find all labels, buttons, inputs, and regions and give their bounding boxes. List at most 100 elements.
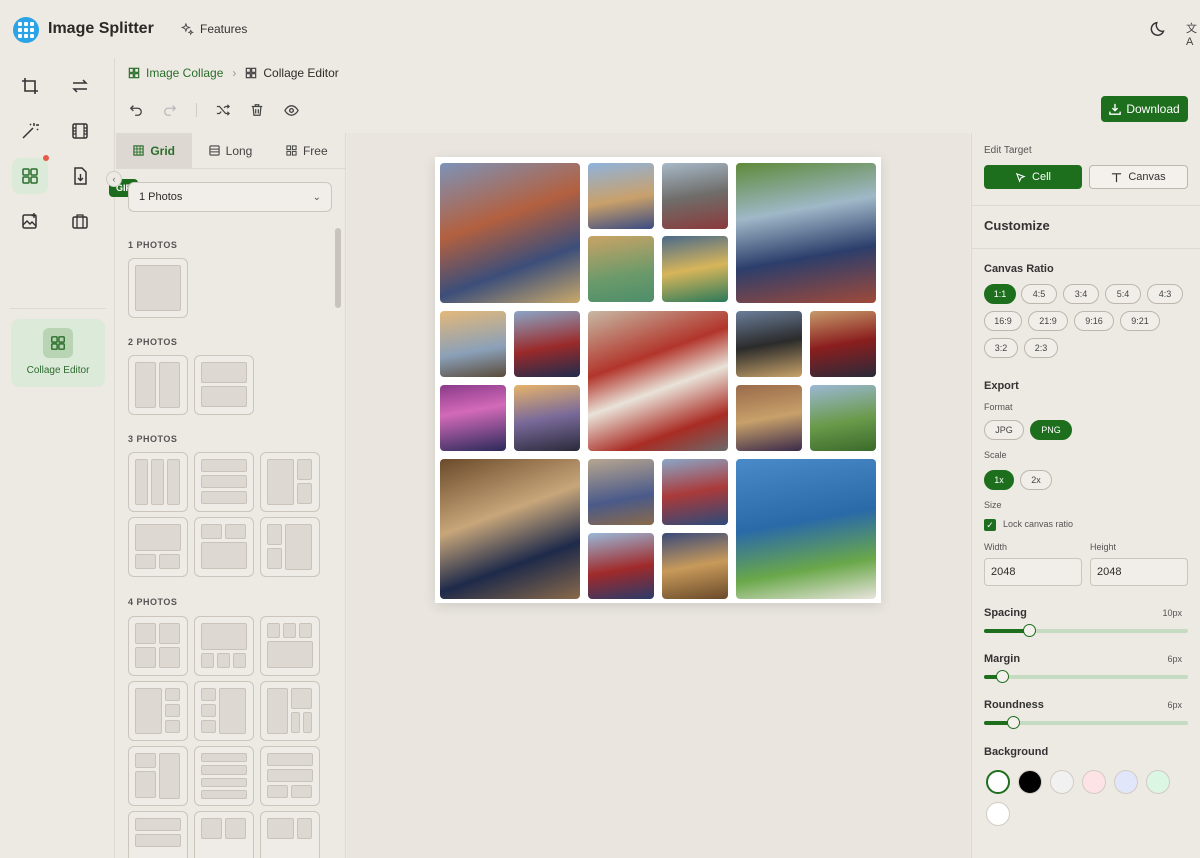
background-swatch[interactable] xyxy=(1114,770,1138,794)
collage-cell-image[interactable] xyxy=(588,459,654,525)
template-4h[interactable] xyxy=(194,746,254,806)
ratio-option[interactable]: 9:16 xyxy=(1074,311,1114,331)
collage-cell-image[interactable] xyxy=(588,163,654,229)
photo-count-select[interactable]: 1 Photos ⌄ xyxy=(128,182,332,212)
collage-cell-image[interactable] xyxy=(588,236,654,302)
gif-tool-button[interactable] xyxy=(62,113,98,149)
redo-button[interactable] xyxy=(162,102,178,118)
grid-tool-button[interactable] xyxy=(12,158,48,194)
ratio-option[interactable]: 2:3 xyxy=(1024,338,1058,358)
ratio-option[interactable]: 5:4 xyxy=(1105,284,1141,304)
template-2b[interactable] xyxy=(194,355,254,415)
background-swatch[interactable] xyxy=(1018,770,1042,794)
background-swatch[interactable] xyxy=(986,770,1010,794)
slider-handle[interactable] xyxy=(1022,624,1036,637)
template-3f[interactable] xyxy=(260,517,320,577)
width-input[interactable]: 2048 xyxy=(984,558,1082,586)
delete-button[interactable] xyxy=(249,102,265,118)
template-4e[interactable] xyxy=(194,681,254,741)
collage-cell-image[interactable] xyxy=(440,459,580,599)
template-1a[interactable] xyxy=(128,258,188,318)
shuffle-button[interactable] xyxy=(215,102,231,118)
ratio-option[interactable]: 9:21 xyxy=(1120,311,1160,331)
template-3e[interactable] xyxy=(194,517,254,577)
template-4d[interactable] xyxy=(128,681,188,741)
height-input[interactable]: 2048 xyxy=(1090,558,1188,586)
background-swatch[interactable] xyxy=(986,802,1010,826)
collage-cell-image[interactable] xyxy=(662,533,728,599)
collage-cell-image[interactable] xyxy=(736,385,802,451)
template-4l[interactable] xyxy=(260,811,320,858)
ratio-option[interactable]: 1:1 xyxy=(984,284,1016,304)
toolbox-tool-button[interactable] xyxy=(62,203,98,239)
template-3a[interactable] xyxy=(128,452,188,512)
collage-cell-image[interactable] xyxy=(736,311,802,377)
background-swatch[interactable] xyxy=(1082,770,1106,794)
tab-free[interactable]: Free xyxy=(269,133,345,168)
format-option-png[interactable]: PNG xyxy=(1030,420,1072,440)
template-4c[interactable] xyxy=(260,616,320,676)
collage-cell-image[interactable] xyxy=(810,385,876,451)
template-4b[interactable] xyxy=(194,616,254,676)
background-swatch[interactable] xyxy=(1050,770,1074,794)
slider-handle[interactable] xyxy=(1006,716,1020,729)
template-4k[interactable] xyxy=(194,811,254,858)
collage-cell-image[interactable] xyxy=(588,533,654,599)
lock-ratio-checkbox[interactable]: ✓ xyxy=(984,519,996,531)
template-3b[interactable] xyxy=(194,452,254,512)
add-image-tool-button[interactable] xyxy=(12,203,48,239)
magic-tool-button[interactable] xyxy=(12,113,48,149)
collage-cell-image[interactable] xyxy=(440,163,580,303)
collage-cell-image[interactable] xyxy=(662,236,728,302)
layout-scrollbar[interactable] xyxy=(335,228,341,308)
spacing-slider[interactable] xyxy=(984,624,1188,637)
edit-target-cell-button[interactable]: Cell xyxy=(984,165,1082,189)
swap-tool-button[interactable] xyxy=(62,68,98,104)
download-tool-button[interactable] xyxy=(62,158,98,194)
download-button[interactable]: Download xyxy=(1101,96,1188,122)
background-swatch[interactable] xyxy=(1146,770,1170,794)
undo-button[interactable] xyxy=(128,102,144,118)
features-link[interactable]: Features xyxy=(181,22,247,36)
ratio-option[interactable]: 4:5 xyxy=(1021,284,1057,304)
collage-cell-image[interactable] xyxy=(662,163,728,229)
collage-cell-image[interactable] xyxy=(440,311,506,377)
template-4a[interactable] xyxy=(128,616,188,676)
collage-cell-image[interactable] xyxy=(810,311,876,377)
template-3d[interactable] xyxy=(128,517,188,577)
format-option-jpg[interactable]: JPG xyxy=(984,420,1024,440)
margin-slider[interactable] xyxy=(984,670,1188,683)
template-4f[interactable] xyxy=(260,681,320,741)
collage-editor-button[interactable]: Collage Editor xyxy=(11,319,105,387)
scale-option-2x[interactable]: 2x xyxy=(1020,470,1052,490)
template-3c[interactable] xyxy=(260,452,320,512)
template-4i[interactable] xyxy=(260,746,320,806)
scale-option-1x[interactable]: 1x xyxy=(984,470,1014,490)
crop-tool-button[interactable] xyxy=(12,68,48,104)
ratio-option[interactable]: 3:4 xyxy=(1063,284,1099,304)
collage-cell-image[interactable] xyxy=(662,459,728,525)
collage-cell-image[interactable] xyxy=(440,385,506,451)
template-4j[interactable] xyxy=(128,811,188,858)
edit-target-canvas-button[interactable]: Canvas xyxy=(1089,165,1188,189)
collapse-panel-button[interactable]: ‹ xyxy=(106,171,122,187)
preview-button[interactable] xyxy=(283,102,299,118)
collage-canvas[interactable] xyxy=(435,157,881,603)
slider-handle[interactable] xyxy=(996,670,1010,683)
collage-cell-image[interactable] xyxy=(588,311,728,451)
ratio-option[interactable]: 3:2 xyxy=(984,338,1018,358)
tab-long[interactable]: Long xyxy=(192,133,268,168)
translate-icon[interactable]: 文A xyxy=(1186,20,1200,48)
ratio-option[interactable]: 21:9 xyxy=(1028,311,1068,331)
template-4g[interactable] xyxy=(128,746,188,806)
ratio-option[interactable]: 16:9 xyxy=(984,311,1022,331)
breadcrumb-root[interactable]: Image Collage xyxy=(146,66,223,80)
collage-cell-image[interactable] xyxy=(514,385,580,451)
tab-grid[interactable]: Grid xyxy=(116,133,193,168)
collage-cell-image[interactable] xyxy=(736,163,876,303)
ratio-option[interactable]: 4:3 xyxy=(1147,284,1183,304)
roundness-slider[interactable] xyxy=(984,716,1188,729)
collage-cell-image[interactable] xyxy=(514,311,580,377)
collage-cell-image[interactable] xyxy=(736,459,876,599)
moon-icon[interactable] xyxy=(1150,20,1168,38)
